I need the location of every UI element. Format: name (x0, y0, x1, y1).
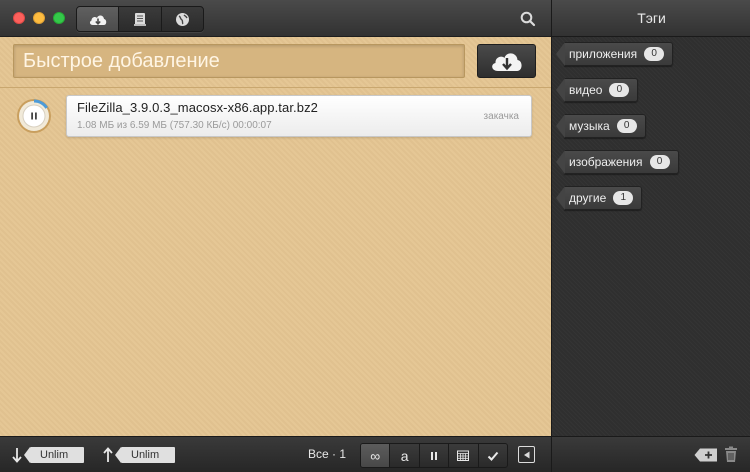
minimize-window-button[interactable] (33, 12, 45, 24)
arrow-down-icon (12, 448, 22, 463)
tags-sidebar: Тэги приложения 0 видео 0 музыка 0 изобр… (551, 0, 750, 472)
toolbar (0, 0, 551, 37)
search-button[interactable] (518, 9, 538, 29)
divider (0, 87, 551, 88)
tag-count: 0 (616, 119, 637, 133)
pause-icon (17, 99, 51, 133)
pause-icon (431, 451, 438, 460)
file-status: закачка (483, 111, 519, 122)
document-list-icon (133, 12, 146, 26)
filter-active[interactable]: a (390, 444, 420, 467)
toggle-sidebar-button[interactable] (518, 446, 535, 463)
add-download-button[interactable] (477, 44, 536, 78)
file-progress-info: 1.08 МБ из 6.59 МБ (757.30 КБ/с) 00:00:0… (77, 120, 272, 131)
quick-add-input[interactable] (13, 44, 465, 78)
filter-completed[interactable] (479, 444, 507, 467)
view-switcher (76, 6, 204, 32)
filter-switcher: ∞ a (360, 443, 508, 468)
close-window-button[interactable] (13, 12, 25, 24)
tag-item[interactable]: другие 1 (555, 186, 643, 210)
tag-item[interactable]: видео 0 (555, 78, 639, 102)
calendar-icon (457, 450, 470, 461)
add-tag-button[interactable] (694, 448, 718, 462)
tag-count: 0 (649, 155, 670, 169)
tag-count: 1 (613, 191, 634, 205)
tag-count: 0 (609, 83, 630, 97)
tag-item[interactable]: изображения 0 (556, 150, 679, 174)
tab-search-list[interactable] (119, 7, 162, 31)
triangle-left-icon (523, 451, 529, 458)
checkmark-icon (487, 451, 499, 461)
status-bar: Unlim Unlim Все · 1 ∞ a (0, 436, 551, 472)
globe-icon (175, 12, 189, 26)
filter-paused[interactable] (420, 444, 450, 467)
download-speed-limit[interactable]: Unlim (24, 447, 84, 463)
tag-label: музыка (569, 119, 610, 133)
filter-scheduled[interactable] (449, 444, 479, 467)
download-item[interactable]: FileZilla_3.9.0.3_macosx-x86.app.tar.bz2… (13, 94, 533, 140)
file-name: FileZilla_3.9.0.3_macosx-x86.app.tar.bz2 (77, 100, 319, 115)
tag-label: видео (569, 83, 603, 97)
zoom-window-button[interactable] (53, 12, 65, 24)
cloud-download-icon (491, 53, 522, 71)
sidebar-title: Тэги (552, 0, 750, 37)
tag-label: другие (569, 191, 607, 205)
tag-label: приложения (569, 47, 638, 61)
tab-downloads[interactable] (77, 7, 120, 31)
delete-tag-button[interactable] (724, 446, 738, 463)
download-card[interactable]: FileZilla_3.9.0.3_macosx-x86.app.tar.bz2… (66, 95, 532, 137)
tag-add-icon (694, 448, 717, 462)
app-window: FileZilla_3.9.0.3_macosx-x86.app.tar.bz2… (0, 0, 750, 472)
tag-label: изображения (569, 155, 643, 169)
tag-item[interactable]: приложения 0 (555, 42, 674, 66)
tag-item[interactable]: музыка 0 (556, 114, 646, 138)
tab-network[interactable] (162, 7, 203, 31)
upload-speed-limit[interactable]: Unlim (115, 447, 175, 463)
download-progress-ring[interactable] (16, 98, 52, 134)
arrow-up-icon (103, 447, 113, 462)
tag-count: 0 (644, 47, 665, 61)
search-icon (520, 11, 536, 27)
download-count: Все · 1 (308, 447, 347, 461)
trash-icon (725, 446, 737, 462)
sidebar-toolbar (552, 436, 750, 472)
downloads-area: FileZilla_3.9.0.3_macosx-x86.app.tar.bz2… (0, 37, 551, 436)
cloud-download-icon (89, 15, 106, 25)
filter-all[interactable]: ∞ (361, 444, 391, 467)
